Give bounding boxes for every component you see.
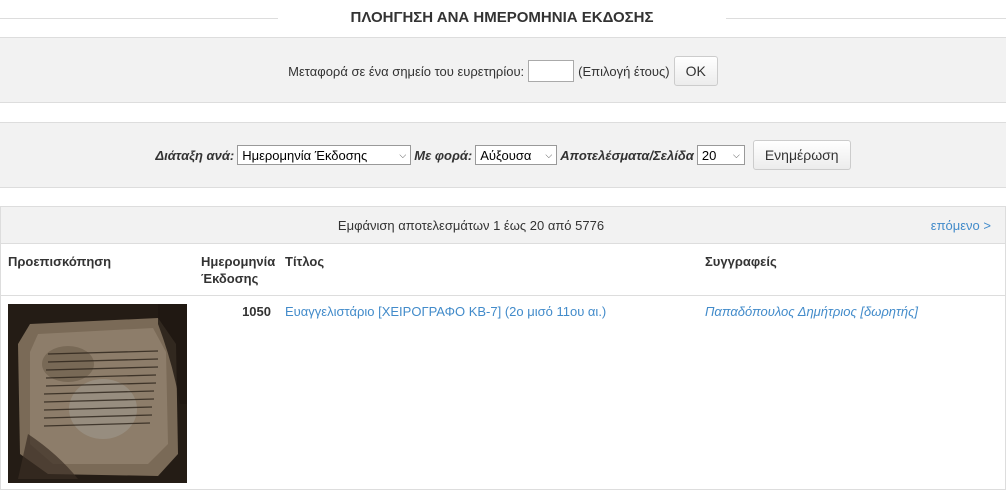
page-header: ΠΛΟΗΓΗΣΗ ΑΝΑ ΗΜΕΡΟΜΗΝΙΑ ΕΚΔΟΣΗΣ (0, 0, 1006, 36)
column-header-authors: Συγγραφείς (705, 254, 777, 269)
sort-options-panel: Διάταξη ανά: Ημερομηνία Έκδοσης ⌵ Με φορ… (0, 122, 1006, 188)
chevron-down-icon: ⌵ (545, 149, 553, 160)
update-button[interactable]: Ενημέρωση (752, 140, 851, 170)
column-header-date: Ημερομηνία Έκδοσης (201, 254, 276, 286)
jump-to-panel: Μεταφορά σε ένα σημείο του ευρετηρίου: (… (0, 37, 1006, 103)
ok-button[interactable]: OK (673, 56, 718, 86)
sort-by-value: Ημερομηνία Έκδοσης (242, 147, 368, 163)
jump-to-label: Μεταφορά σε ένα σημείο του ευρετηρίου: (288, 63, 525, 79)
title-divider-left (0, 18, 278, 19)
chevron-down-icon: ⌵ (399, 149, 407, 160)
chevron-down-icon: ⌵ (733, 149, 740, 160)
results-per-page-value: 20 (701, 147, 717, 163)
order-select[interactable]: Αύξουσα ⌵ (475, 145, 558, 165)
results-per-page-label: Αποτελέσματα/Σελίδα (560, 147, 694, 163)
page-title: ΠΛΟΗΓΗΣΗ ΑΝΑ ΗΜΕΡΟΜΗΝΙΑ ΕΚΔΟΣΗΣ (350, 9, 654, 26)
results-per-page-select[interactable]: 20 ⌵ (696, 145, 745, 165)
row-date: 1050 (242, 304, 271, 319)
next-page-link[interactable]: επόμενο > (931, 218, 991, 233)
order-label: Με φορά: (414, 147, 473, 163)
column-header-title: Τίτλος (285, 254, 325, 269)
year-input[interactable] (528, 60, 575, 82)
row-author-link[interactable]: Παπαδόπουλος Δημήτριος [δωρητής] (705, 304, 918, 319)
year-hint: (Επιλογή έτους) (578, 63, 670, 79)
jump-to-form: Μεταφορά σε ένα σημείο του ευρετηρίου: (… (0, 56, 1006, 86)
column-header-preview: Προεπισκόπηση (8, 254, 112, 269)
sort-by-select[interactable]: Ημερομηνία Έκδοσης ⌵ (237, 145, 412, 165)
title-divider-right (726, 18, 1006, 19)
sort-options-form: Διάταξη ανά: Ημερομηνία Έκδοσης ⌵ Με φορ… (0, 139, 1006, 171)
results-header: Εμφάνιση αποτελεσμάτων 1 έως 20 από 5776… (1, 207, 1005, 244)
header-row-divider (1, 295, 1005, 296)
results-count-info: Εμφάνιση αποτελεσμάτων 1 έως 20 από 5776 (337, 218, 605, 233)
row-title-link[interactable]: Ευαγγελιστάριο [ΧΕΙΡΟΓΡΑΦΟ ΚΒ-7] (2ο μισ… (285, 304, 606, 319)
order-value: Αύξουσα (480, 147, 532, 163)
manuscript-thumbnail[interactable] (8, 304, 187, 483)
sort-by-label: Διάταξη ανά: (155, 147, 235, 163)
browse-by-date-page: ΠΛΟΗΓΗΣΗ ΑΝΑ ΗΜΕΡΟΜΗΝΙΑ ΕΚΔΟΣΗΣ Μεταφορά… (0, 0, 1006, 492)
results-panel: Εμφάνιση αποτελεσμάτων 1 έως 20 από 5776… (0, 206, 1006, 490)
